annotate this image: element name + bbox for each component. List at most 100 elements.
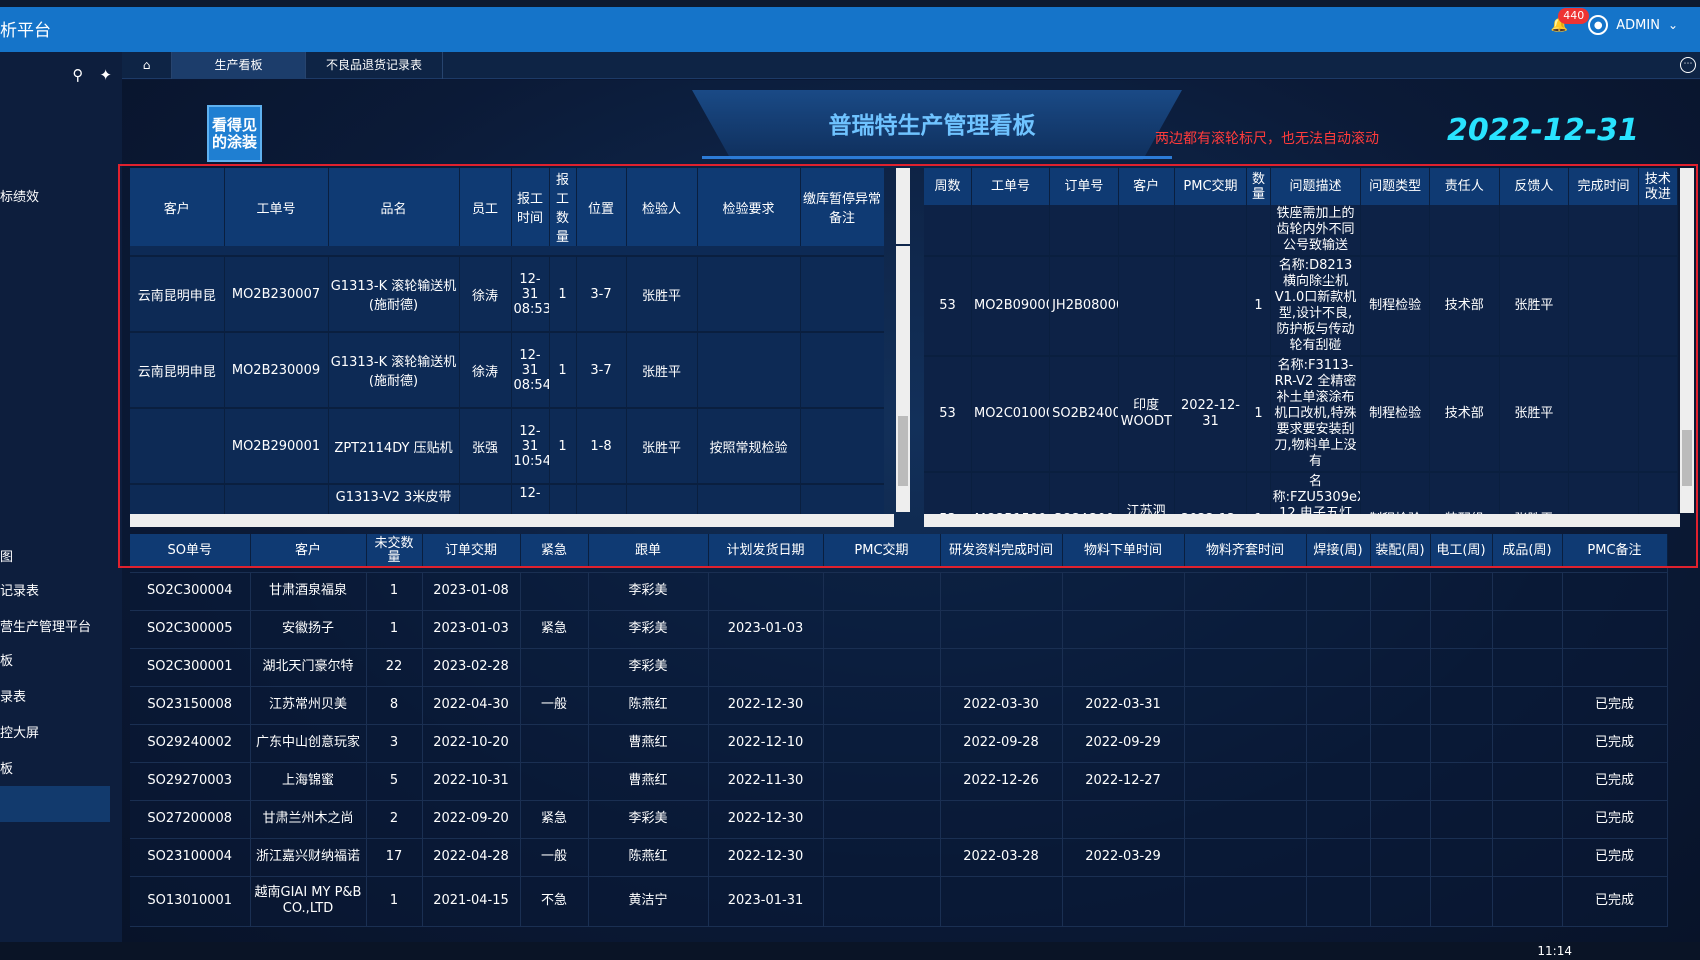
cell — [1492, 686, 1563, 725]
cell — [1492, 572, 1563, 611]
cell: 2022-10-20 — [422, 724, 521, 763]
cell: SO13010001 — [130, 876, 251, 927]
cell: 2022-04-30 — [422, 686, 521, 725]
search-icon[interactable]: ⚲ — [72, 66, 83, 84]
cell: SO23150008 — [130, 686, 251, 725]
table-row[interactable]: SO23100004 浙江嘉兴财纳福诺 17 2022-04-28 一般 陈燕红 2022-… — [130, 838, 1668, 877]
table-row[interactable]: SO13010001 越南GIAI MY P&B CO.,LTD 1 2021-04-… — [130, 876, 1668, 927]
cell — [1430, 648, 1493, 687]
cell — [1184, 572, 1307, 611]
tab-home[interactable]: ⌂ — [122, 52, 172, 79]
cell — [1492, 838, 1563, 877]
cell: 广东中山创意玩家 — [250, 724, 367, 763]
cell — [1430, 610, 1493, 649]
cell: SO27200008 — [130, 800, 251, 839]
top-bar: 析平台 🔔 440 ● ADMIN ⌄ — [0, 0, 1700, 52]
cell: 2023-01-08 — [422, 572, 521, 611]
table-row[interactable]: SO2C300005 安徽扬子 1 2023-01-03 紧急 李彩美 2023-01-03 — [130, 610, 1668, 649]
cell — [823, 610, 941, 649]
sidebar-item-record[interactable]: 记录表 — [0, 580, 39, 599]
cell — [1184, 686, 1307, 725]
sidebar-item-platform[interactable]: 营生产管理平台 — [0, 616, 91, 635]
cell — [1370, 686, 1431, 725]
sidebar-item-map[interactable]: 图 — [0, 546, 13, 565]
sidebar-item-performance[interactable]: 标绩效 — [0, 186, 39, 205]
cell — [1492, 876, 1563, 927]
chevron-down-icon[interactable]: ⌄ — [1668, 18, 1678, 32]
cell — [520, 648, 589, 687]
taskbar-clock: 11:14 — [1537, 944, 1572, 958]
app-title: 析平台 — [0, 21, 51, 41]
user-avatar-icon[interactable]: ● — [1588, 15, 1609, 35]
cell: 曹燕红 — [588, 724, 709, 763]
cell — [1306, 800, 1371, 839]
cell — [940, 800, 1063, 839]
sidebar-item-big-screen[interactable]: 控大屏 — [0, 722, 39, 741]
table-row[interactable]: SO29240002 广东中山创意玩家 3 2022-10-20 曹燕红 2022-12-… — [130, 724, 1668, 763]
cell: 已完成 — [1562, 876, 1668, 927]
cell: 2022-12-30 — [708, 800, 824, 839]
user-name[interactable]: ADMIN — [1616, 18, 1660, 33]
cell: 2022-12-30 — [708, 838, 824, 877]
dashboard-title: 普瑞特生产管理看板 — [828, 113, 1036, 139]
cell — [940, 610, 1063, 649]
cell: 2023-01-31 — [708, 876, 824, 927]
cell: 已完成 — [1562, 724, 1668, 763]
cell: SO2C300004 — [130, 572, 251, 611]
table-row[interactable]: SO2C300001 湖北天门豪尔特 22 2023-02-28 李彩美 — [130, 648, 1668, 687]
sidebar-item-board[interactable]: 板 — [0, 650, 13, 669]
notification-button[interactable]: 🔔 440 — [1548, 8, 1590, 36]
cell — [823, 762, 941, 801]
cell: 湖北天门豪尔特 — [250, 648, 367, 687]
cell: 越南GIAI MY P&B CO.,LTD — [250, 876, 367, 927]
cell: 2022-10-31 — [422, 762, 521, 801]
cell — [1370, 724, 1431, 763]
cell: SO2C300001 — [130, 648, 251, 687]
cell — [1306, 610, 1371, 649]
cell: 3 — [366, 724, 423, 763]
cell — [1184, 648, 1307, 687]
cell — [1306, 686, 1371, 725]
cell: 1 — [366, 876, 423, 927]
table-row[interactable]: SO2C300004 甘肃酒泉福泉 1 2023-01-08 李彩美 — [130, 572, 1668, 611]
cell: 2022-09-20 — [422, 800, 521, 839]
notification-badge: 440 — [1558, 8, 1590, 24]
cell: 2022-03-30 — [940, 686, 1063, 725]
more-icon[interactable]: ⋯ — [1680, 57, 1696, 73]
cell: 2022-11-30 — [708, 762, 824, 801]
cell — [823, 686, 941, 725]
cell — [1492, 648, 1563, 687]
tab-defect-returns[interactable]: 不良品退货记录表 — [306, 52, 443, 79]
sidebar-item-record-table[interactable]: 录表 — [0, 686, 26, 705]
cell — [1306, 762, 1371, 801]
cell: SO29270003 — [130, 762, 251, 801]
cell — [1184, 838, 1307, 877]
sales-order-table: SO单号 客户 未交数量 订单交期 紧急 跟单 计划发货日期 PMC交期 研发资… — [130, 534, 1668, 927]
cell: 2022-12-30 — [708, 686, 824, 725]
cell — [1430, 686, 1493, 725]
tab-production-board[interactable]: 生产看板 — [172, 52, 306, 79]
cell — [1430, 572, 1493, 611]
pin-icon[interactable]: ✦ — [99, 66, 112, 84]
cell: 紧急 — [520, 610, 589, 649]
table-row[interactable]: SO23150008 江苏常州贝美 8 2022-04-30 一般 陈燕红 2022-12-… — [130, 686, 1668, 725]
cell: 2021-04-15 — [422, 876, 521, 927]
cell: SO29240002 — [130, 724, 251, 763]
sidebar: ⚲ ✦ 标绩效 图 记录表 营生产管理平台 板 录表 控大屏 板 — [0, 52, 122, 960]
sidebar-item-board-2[interactable]: 板 — [0, 758, 13, 777]
cell: 不急 — [520, 876, 589, 927]
cell: 2022-12-10 — [708, 724, 824, 763]
cell — [940, 572, 1063, 611]
cell: 2 — [366, 800, 423, 839]
table-row[interactable]: SO27200008 甘肃兰州木之尚 2 2022-09-20 紧急 李彩美 2022-12… — [130, 800, 1668, 839]
cell: 2022-12-27 — [1062, 762, 1185, 801]
cell — [823, 724, 941, 763]
table-row[interactable]: SO29270003 上海锦蜜 5 2022-10-31 曹燕红 2022-11-30 20… — [130, 762, 1668, 801]
cell — [1184, 800, 1307, 839]
header-line — [702, 156, 1172, 159]
cell: 李彩美 — [588, 610, 709, 649]
cell: 2022-12-26 — [940, 762, 1063, 801]
cell: 一般 — [520, 838, 589, 877]
cell — [1306, 572, 1371, 611]
cell: 5 — [366, 762, 423, 801]
